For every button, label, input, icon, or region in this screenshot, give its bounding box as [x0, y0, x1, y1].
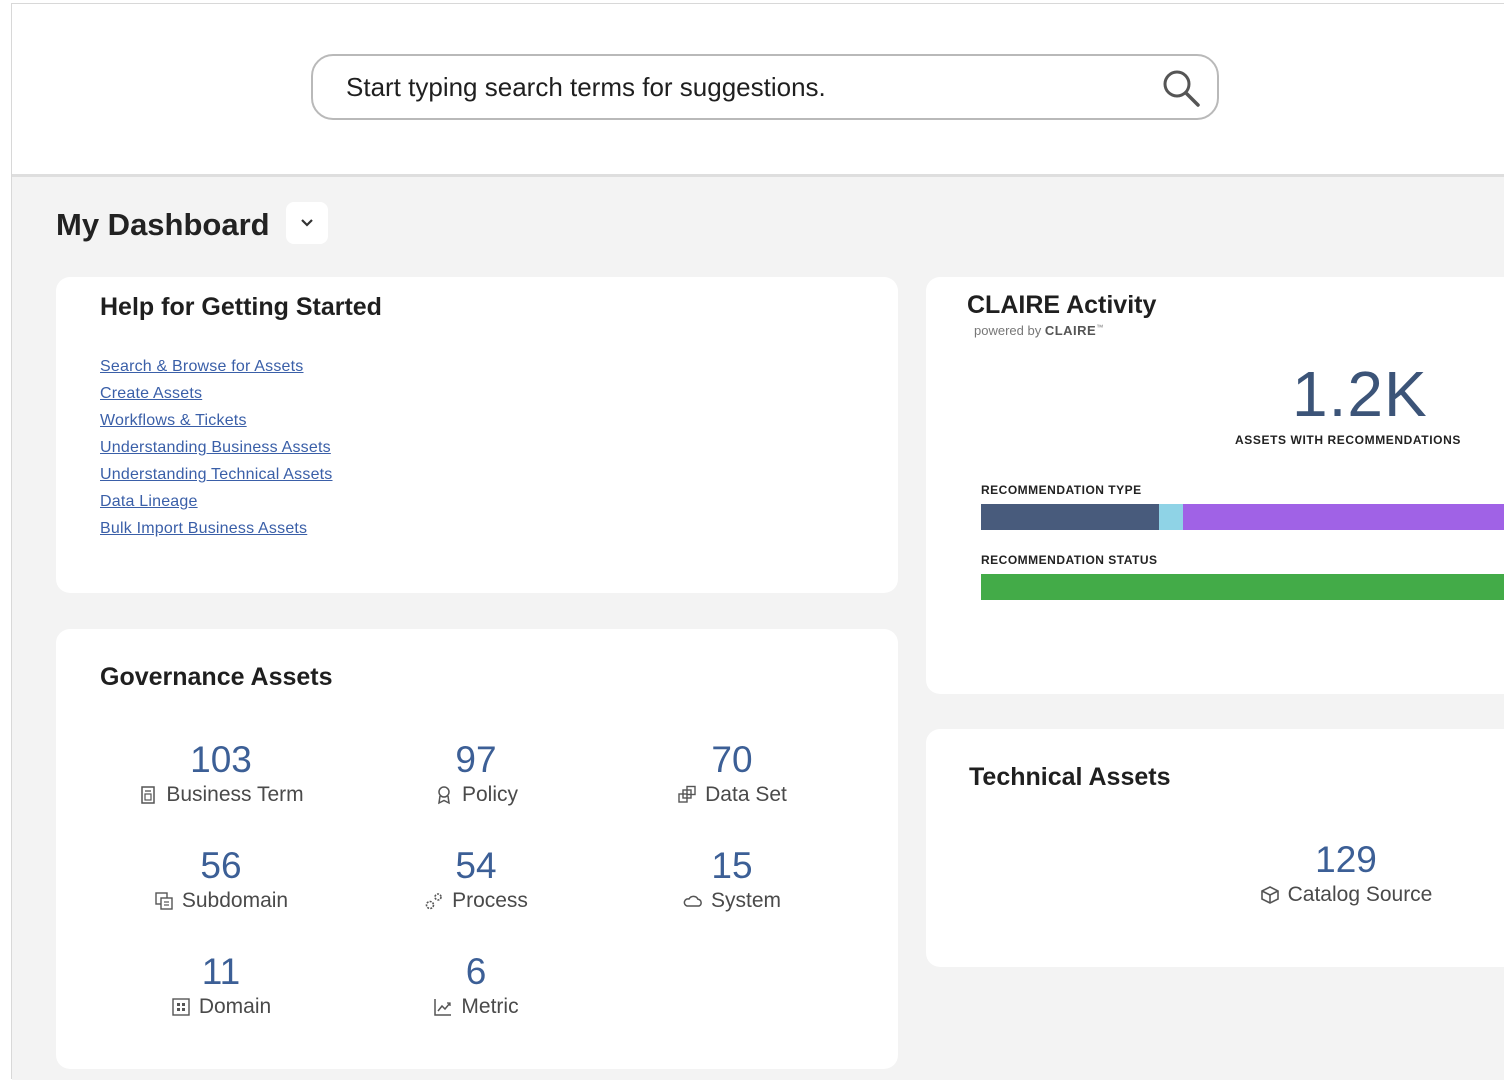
stat-domain[interactable]: 11 Domain: [101, 951, 341, 1022]
stat-label: System: [710, 889, 781, 912]
stat-count: 15: [711, 845, 753, 886]
stat-count: 129: [1315, 839, 1377, 880]
search-icon[interactable]: [1161, 68, 1201, 108]
process-icon: [425, 893, 442, 910]
help-link-create-assets[interactable]: Create Assets: [100, 385, 202, 402]
recommendation-type-label: RECOMMENDATION TYPE: [981, 483, 1142, 497]
recommendation-type-segment-3[interactable]: [1183, 504, 1504, 530]
stat-label: Policy: [461, 783, 519, 806]
subdomain-icon: [155, 892, 173, 910]
business-term-icon: [141, 786, 156, 804]
claire-card-title: CLAIRE Activity: [967, 291, 1157, 319]
technical-card-title: Technical Assets: [969, 763, 1171, 791]
stat-count: 70: [711, 739, 753, 780]
help-link-bulk-import[interactable]: Bulk Import Business Assets: [100, 520, 307, 537]
stat-subdomain[interactable]: 56 Subdomain: [101, 845, 341, 916]
policy-icon: [438, 786, 450, 805]
stat-label: Catalog Source: [1287, 883, 1433, 906]
stat-label: Data Set: [705, 783, 787, 806]
system-icon: [683, 895, 702, 907]
catalog-source-icon: [1260, 886, 1279, 904]
stat-count: 54: [455, 845, 497, 886]
stat-policy[interactable]: 97 Policy: [356, 739, 596, 810]
dashboard-dropdown-button[interactable]: [286, 202, 328, 244]
top-bar: [12, 4, 1504, 177]
help-link-search-browse[interactable]: Search & Browse for Assets: [100, 358, 304, 375]
recommendation-type-segment-1[interactable]: [981, 504, 1160, 530]
powered-prefix: powered by: [974, 323, 1042, 338]
help-card-title: Help for Getting Started: [100, 293, 382, 321]
recommendation-status-bar[interactable]: [981, 574, 1504, 600]
stat-label: Business Term: [166, 783, 304, 806]
chevron-down-icon: [301, 219, 313, 227]
governance-card-title: Governance Assets: [100, 663, 333, 691]
metric-icon: [434, 999, 452, 1016]
assets-with-recommendations-count: 1.2K: [1292, 358, 1428, 430]
help-link-data-lineage[interactable]: Data Lineage: [100, 493, 198, 510]
help-link-technical-assets[interactable]: Understanding Technical Assets: [100, 466, 333, 483]
stat-count: 103: [190, 739, 252, 780]
stat-metric[interactable]: 6 Metric: [356, 951, 596, 1022]
stat-count: 97: [455, 739, 497, 780]
stat-count: 11: [201, 951, 241, 992]
stat-label: Process: [452, 889, 528, 912]
technical-assets-card: Technical Assets 129 Catalog Source: [926, 729, 1504, 967]
stat-business-term[interactable]: 103 Business Term: [101, 739, 341, 810]
search-input[interactable]: [344, 70, 1148, 104]
stat-catalog-source[interactable]: 129 Catalog Source: [1226, 839, 1466, 910]
help-links: Search & Browse for Assets Create Assets…: [100, 357, 333, 546]
stat-label: Metric: [461, 995, 519, 1018]
stat-label: Domain: [198, 995, 272, 1018]
stat-count: 56: [200, 845, 242, 886]
claire-activity-card: CLAIRE Activity powered by CLAIRE™ 1.2K …: [926, 277, 1504, 694]
stat-system[interactable]: 15 System: [612, 845, 852, 916]
dashboard-area: My Dashboard Help for Getting Started Se…: [12, 177, 1504, 1080]
claire-brand: CLAIRE: [1044, 323, 1097, 338]
data-set-icon: [678, 785, 696, 803]
stat-data-set[interactable]: 70 Data Set: [612, 739, 852, 810]
governance-assets-card: Governance Assets 103 Business Term 97 P…: [56, 629, 898, 1069]
recommendation-type-bar[interactable]: [981, 504, 1504, 530]
domain-icon: [172, 998, 190, 1016]
page-title: My Dashboard: [56, 207, 270, 242]
recommendation-status-segment-1[interactable]: [981, 574, 1504, 600]
app-window: My Dashboard Help for Getting Started Se…: [11, 3, 1504, 1080]
stat-process[interactable]: 54 Process: [356, 845, 596, 916]
help-link-business-assets[interactable]: Understanding Business Assets: [100, 439, 331, 456]
stat-count: 6: [465, 951, 487, 992]
powered-by-claire: powered by CLAIRE™: [974, 323, 1104, 338]
help-link-workflows[interactable]: Workflows & Tickets: [100, 412, 247, 429]
help-card: Help for Getting Started Search & Browse…: [56, 277, 898, 593]
assets-with-recommendations-label: ASSETS WITH RECOMMENDATIONS: [1235, 433, 1461, 447]
recommendation-status-label: RECOMMENDATION STATUS: [981, 553, 1158, 567]
recommendation-type-segment-2[interactable]: [1159, 504, 1184, 530]
search-box[interactable]: [311, 54, 1219, 120]
stat-label: Subdomain: [181, 889, 289, 912]
